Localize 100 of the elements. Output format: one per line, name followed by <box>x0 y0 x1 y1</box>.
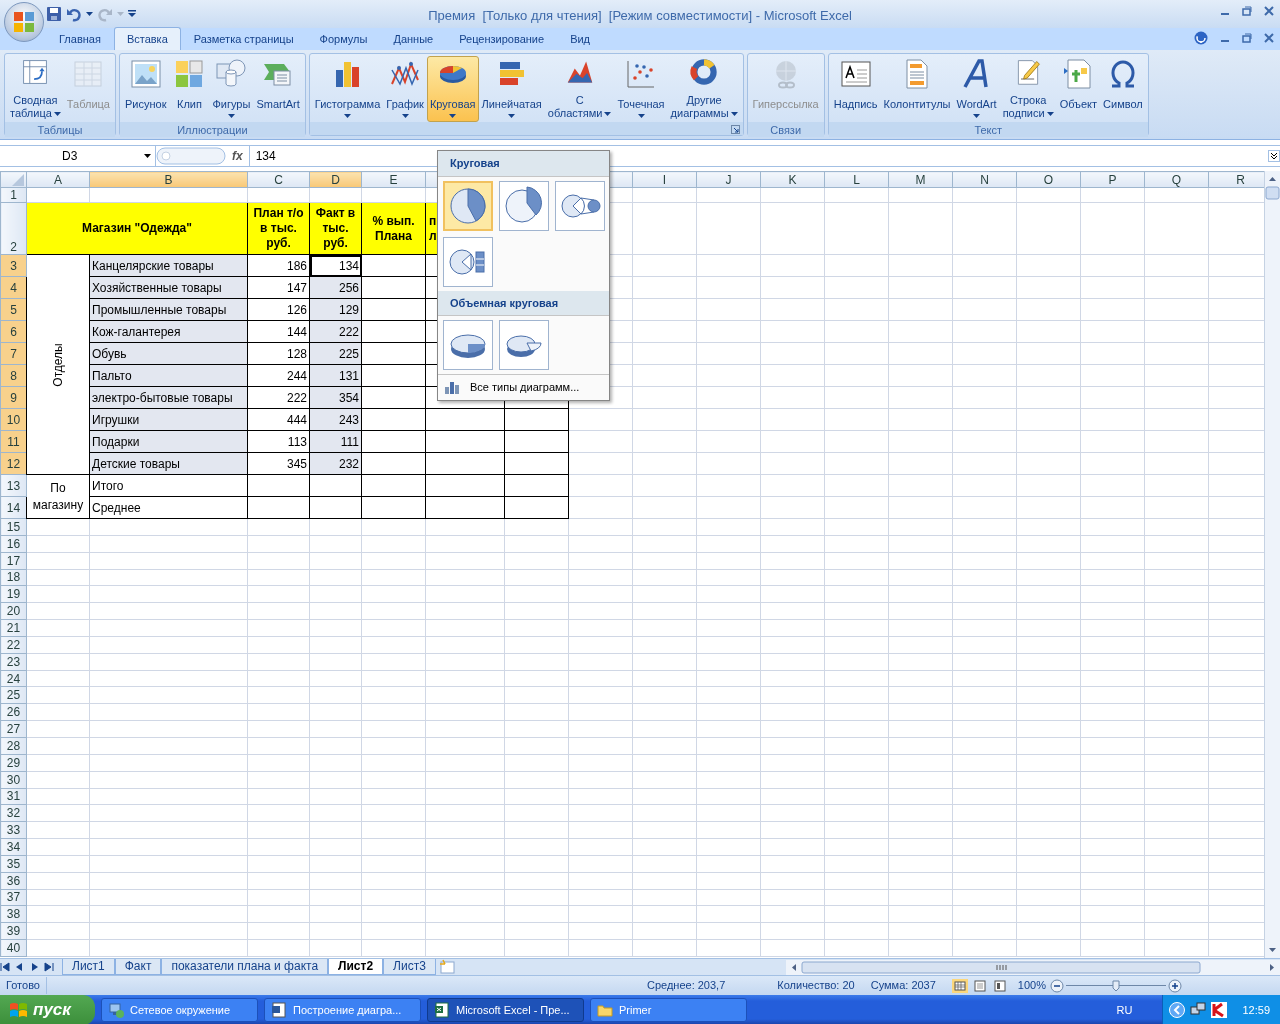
column-header[interactable]: D <box>309 171 362 188</box>
slider-thumb-icon[interactable] <box>1112 979 1120 992</box>
header-cell: % вып. Плана <box>361 202 426 255</box>
column-header[interactable]: O <box>1016 171 1081 188</box>
column-header[interactable]: B <box>89 171 248 188</box>
ribbon-button[interactable]: Рисунок <box>121 56 170 122</box>
dialog-launcher-icon[interactable] <box>730 125 740 134</box>
antivirus-icon[interactable] <box>1211 1002 1228 1018</box>
caret-icon[interactable] <box>86 12 93 16</box>
ribbon-button[interactable]: Гистограмма <box>311 56 384 122</box>
close-icon[interactable] <box>1264 33 1274 43</box>
restore-icon[interactable] <box>1242 33 1252 43</box>
ribbon-button[interactable]: Точечная <box>614 56 668 122</box>
ribbon-tab[interactable]: Разметка страницы <box>180 26 307 50</box>
row-header[interactable]: 4 <box>0 276 27 299</box>
ribbon-button[interactable]: Строка подписи <box>999 56 1057 122</box>
column-header[interactable]: A <box>26 171 90 188</box>
row-header[interactable]: 10 <box>0 408 27 431</box>
column-header[interactable]: E <box>361 171 426 188</box>
column-header[interactable]: M <box>888 171 953 188</box>
page-break-view-icon[interactable] <box>991 978 1008 993</box>
ribbon-button[interactable]: Круговая <box>426 56 479 122</box>
save-icon[interactable] <box>46 6 62 22</box>
chart-type-option[interactable] <box>555 180 605 231</box>
ribbon-button[interactable]: Фигуры <box>209 56 254 122</box>
sheet-tab[interactable]: Лист3 <box>383 959 436 975</box>
row-header[interactable]: 9 <box>0 386 27 409</box>
chart-type-option[interactable] <box>443 320 493 370</box>
ribbon-button[interactable]: С областями <box>544 56 615 122</box>
sheet-tab[interactable]: Лист1 <box>62 959 115 975</box>
taskbar-button[interactable]: Microsoft Excel - Пре... <box>427 998 584 1022</box>
chart-type-option[interactable] <box>443 180 493 231</box>
column-header[interactable]: N <box>952 171 1017 188</box>
chart-type-option[interactable] <box>443 236 493 287</box>
row-header[interactable]: 6 <box>0 320 27 343</box>
function-button[interactable]: fx <box>226 147 249 165</box>
zoom-out-icon[interactable] <box>1050 978 1064 993</box>
table-cell: Подарки <box>89 430 248 453</box>
ribbon-button[interactable]: Линейчатая <box>478 56 545 122</box>
chart-type-option[interactable] <box>499 180 549 231</box>
column-header[interactable]: P <box>1080 171 1145 188</box>
ribbon-tab[interactable]: Данные <box>380 26 447 50</box>
sheet-tab[interactable]: Лист2 <box>328 959 384 975</box>
ribbon-button[interactable]: Объект <box>1056 56 1101 122</box>
ribbon-button[interactable]: Символ <box>1100 56 1146 122</box>
help-icon[interactable] <box>1194 31 1208 45</box>
row-header[interactable]: 11 <box>0 430 27 453</box>
row-header[interactable]: 3 <box>0 254 27 277</box>
ribbon-tab[interactable]: Рецензирование <box>446 26 558 50</box>
zoom-slider[interactable] <box>1066 978 1166 993</box>
column-header[interactable]: L <box>824 171 889 188</box>
row-header[interactable]: 2 <box>0 202 27 255</box>
ribbon-tab[interactable]: Главная <box>46 26 114 50</box>
close-icon[interactable] <box>1264 6 1274 16</box>
row-header[interactable]: 14 <box>0 496 27 519</box>
scroll-thumb-icon[interactable] <box>1265 186 1280 200</box>
row-header[interactable]: 12 <box>0 452 27 475</box>
ribbon-button[interactable]: Колонтитулы <box>880 56 954 122</box>
zoom-in-icon[interactable] <box>1168 978 1182 993</box>
column-header[interactable]: I <box>632 171 697 188</box>
row-header[interactable]: 13 <box>0 474 27 497</box>
language-indicator[interactable]: RU <box>1116 1001 1133 1019</box>
group-label: Иллюстрации <box>177 124 248 136</box>
ribbon-tab[interactable]: Вставка <box>113 26 181 50</box>
column-header[interactable]: Q <box>1144 171 1209 188</box>
column-header[interactable]: K <box>760 171 825 188</box>
customize-caret-icon[interactable] <box>128 10 136 18</box>
ribbon-button[interactable]: Надпись <box>830 56 881 122</box>
ribbon-button[interactable]: Другие диаграммы <box>667 56 741 122</box>
ribbon-button[interactable]: Клип <box>169 56 210 122</box>
scroll-thumb-icon[interactable] <box>801 960 1201 974</box>
all-chart-types-link[interactable]: Все типы диаграмм... <box>470 379 580 396</box>
sheet-tab[interactable]: показатели плана и факта <box>161 959 329 975</box>
sheet-tab[interactable]: Факт <box>114 959 162 975</box>
row-header[interactable]: 5 <box>0 298 27 321</box>
restore-icon[interactable] <box>1242 6 1252 16</box>
column-header[interactable]: J <box>696 171 761 188</box>
chart-type-option[interactable] <box>499 320 549 370</box>
row-header[interactable]: 7 <box>0 342 27 365</box>
normal-view-icon[interactable] <box>951 978 968 993</box>
name-box[interactable]: D3 <box>0 146 156 166</box>
column-header[interactable]: C <box>247 171 310 188</box>
taskbar-button[interactable]: Сетевое окружение <box>101 998 258 1022</box>
ribbon-button[interactable]: График <box>383 56 427 122</box>
expand-handle-icon[interactable] <box>156 147 226 165</box>
undo-icon[interactable] <box>66 6 82 22</box>
ribbon-tab[interactable]: Вид <box>557 26 604 50</box>
row-header[interactable]: 8 <box>0 364 27 387</box>
caret-icon[interactable] <box>144 154 151 158</box>
taskbar-button[interactable]: Построение диагра... <box>264 998 421 1022</box>
network-icon[interactable] <box>1190 1002 1207 1018</box>
ribbon-button[interactable]: SmartArt <box>253 56 303 122</box>
expand-caret-icon[interactable] <box>1268 150 1280 162</box>
ribbon-button[interactable]: WordArt <box>953 56 1000 122</box>
taskbar-button[interactable]: Primer <box>590 998 747 1022</box>
column-header[interactable]: R <box>1208 171 1264 188</box>
ribbon-button[interactable]: Сводная таблица <box>7 56 64 122</box>
ribbon-tab[interactable]: Формулы <box>306 26 381 50</box>
office-button[interactable] <box>4 2 44 42</box>
show-hidden-icons-icon[interactable] <box>1169 1002 1186 1018</box>
